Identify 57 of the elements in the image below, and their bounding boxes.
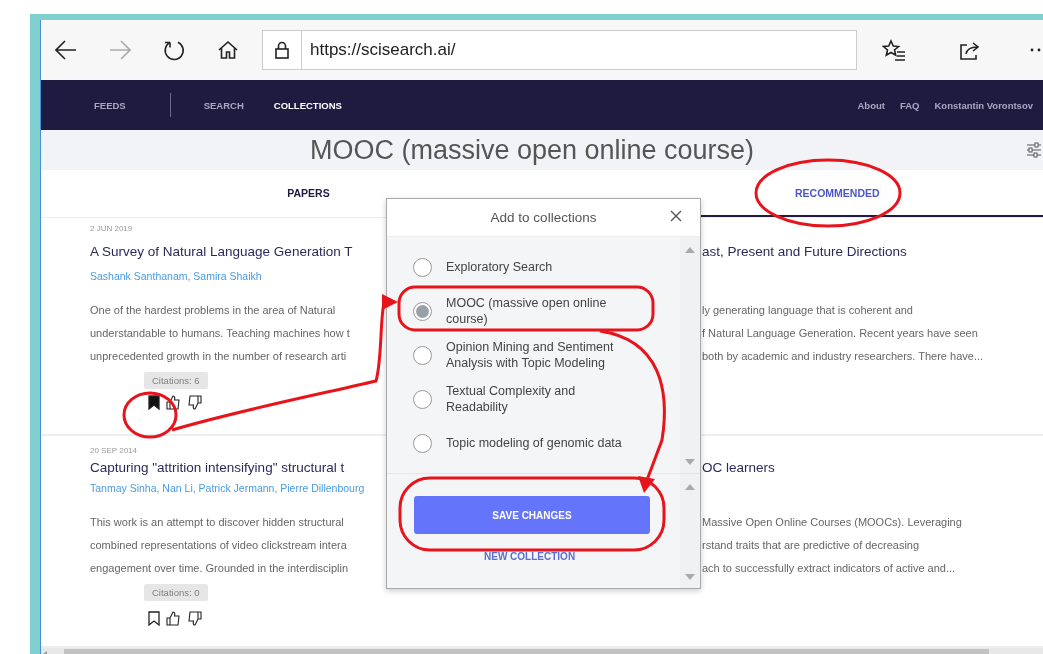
- thumbs-down-icon[interactable]: [187, 611, 202, 626]
- close-icon: [670, 210, 682, 222]
- thumbs-down-icon[interactable]: [187, 395, 202, 410]
- collection-option[interactable]: Topic modeling of genomic data: [387, 421, 680, 465]
- sliders-icon[interactable]: [1027, 142, 1041, 158]
- abstract-line: f Natural Language Generation. Recent years have seen: [702, 326, 978, 341]
- radio-button[interactable]: [413, 433, 432, 453]
- abstract-line: Massive Open Online Courses (MOOCs). Leveraging: [702, 515, 962, 530]
- address-field[interactable]: https://scisearch.ai/: [262, 30, 857, 70]
- abstract-line: One of the hardest problems in the area of Natural: [90, 303, 337, 318]
- collection-option[interactable]: Textual Complexity and Readability: [387, 377, 680, 421]
- lock-icon: [275, 41, 289, 59]
- citations-badge: Citations: 6: [144, 372, 208, 389]
- abstract-line: This work is an attempt to discover hidden structural: [90, 515, 345, 530]
- paper-date: 2 JUN 2019: [90, 223, 133, 235]
- radio-button[interactable]: [413, 257, 432, 277]
- abstract-line: understandable to humans. Teaching machines how t: [90, 326, 351, 341]
- radio-button[interactable]: [413, 389, 432, 409]
- paper-title[interactable]: OC learners: [702, 458, 775, 478]
- refresh-icon: [163, 39, 185, 61]
- annotation-circle: [122, 391, 178, 439]
- nav-link[interactable]: About: [857, 99, 885, 111]
- forward-icon: [109, 40, 131, 60]
- close-button[interactable]: [670, 210, 682, 222]
- back-icon: [55, 40, 77, 60]
- paper-title[interactable]: Capturing "attrition intensifying" structural t: [90, 458, 386, 478]
- nav-link[interactable]: SEARCH: [203, 99, 244, 111]
- paper-date: 20 SEP 2014: [90, 445, 137, 457]
- share-icon: [959, 40, 981, 60]
- collection-option[interactable]: Exploratory Search: [387, 245, 680, 289]
- abstract-line: unprecedented growth in the number of research arti: [90, 349, 348, 364]
- paper-title[interactable]: ast, Present and Future Directions: [702, 242, 907, 262]
- nav-link[interactable]: COLLECTIONS: [273, 99, 342, 111]
- collection-option[interactable]: Opinion Mining and Sentiment Analysis with Topic Modeling: [387, 333, 680, 377]
- new-collection-link[interactable]: NEW COLLECTION: [484, 551, 576, 562]
- paper-title[interactable]: A Survey of Natural Language Generation T: [90, 242, 386, 262]
- abstract-line: both by academic and industry researchers. There have...: [702, 349, 984, 364]
- nav-link[interactable]: Konstantin Vorontsov: [934, 99, 1033, 111]
- home-icon: [217, 40, 239, 60]
- thumbs-up-icon[interactable]: [166, 611, 181, 626]
- bookmark-icon[interactable]: [148, 611, 160, 626]
- citations-badge: Citations: 0: [144, 584, 208, 601]
- collection-title: MOOC (massive open online course): [309, 134, 756, 166]
- radio-button[interactable]: [413, 345, 432, 365]
- save-changes-button[interactable]: SAVE CHANGES: [414, 496, 650, 534]
- abstract-line: combined representations of video clickstream intera: [90, 538, 348, 553]
- nav-link[interactable]: FAQ: [899, 99, 920, 111]
- bookmark-filled-icon[interactable]: [148, 395, 160, 410]
- radio-button[interactable]: [413, 301, 432, 321]
- nav-link[interactable]: FEEDS: [94, 99, 126, 111]
- abstract-line: ly generating language that is coherent and: [702, 303, 913, 318]
- abstract-line: engagement over time. Grounded in the interdisciplin: [90, 561, 350, 576]
- thumbs-up-icon[interactable]: [166, 395, 181, 410]
- star-list-icon: [882, 39, 906, 61]
- abstract-line: rstand traits that are predictive of decreasing: [702, 538, 920, 553]
- abstract-line: ach to successfully extract indicators of active and...: [702, 561, 956, 576]
- more-icon: [1030, 48, 1042, 52]
